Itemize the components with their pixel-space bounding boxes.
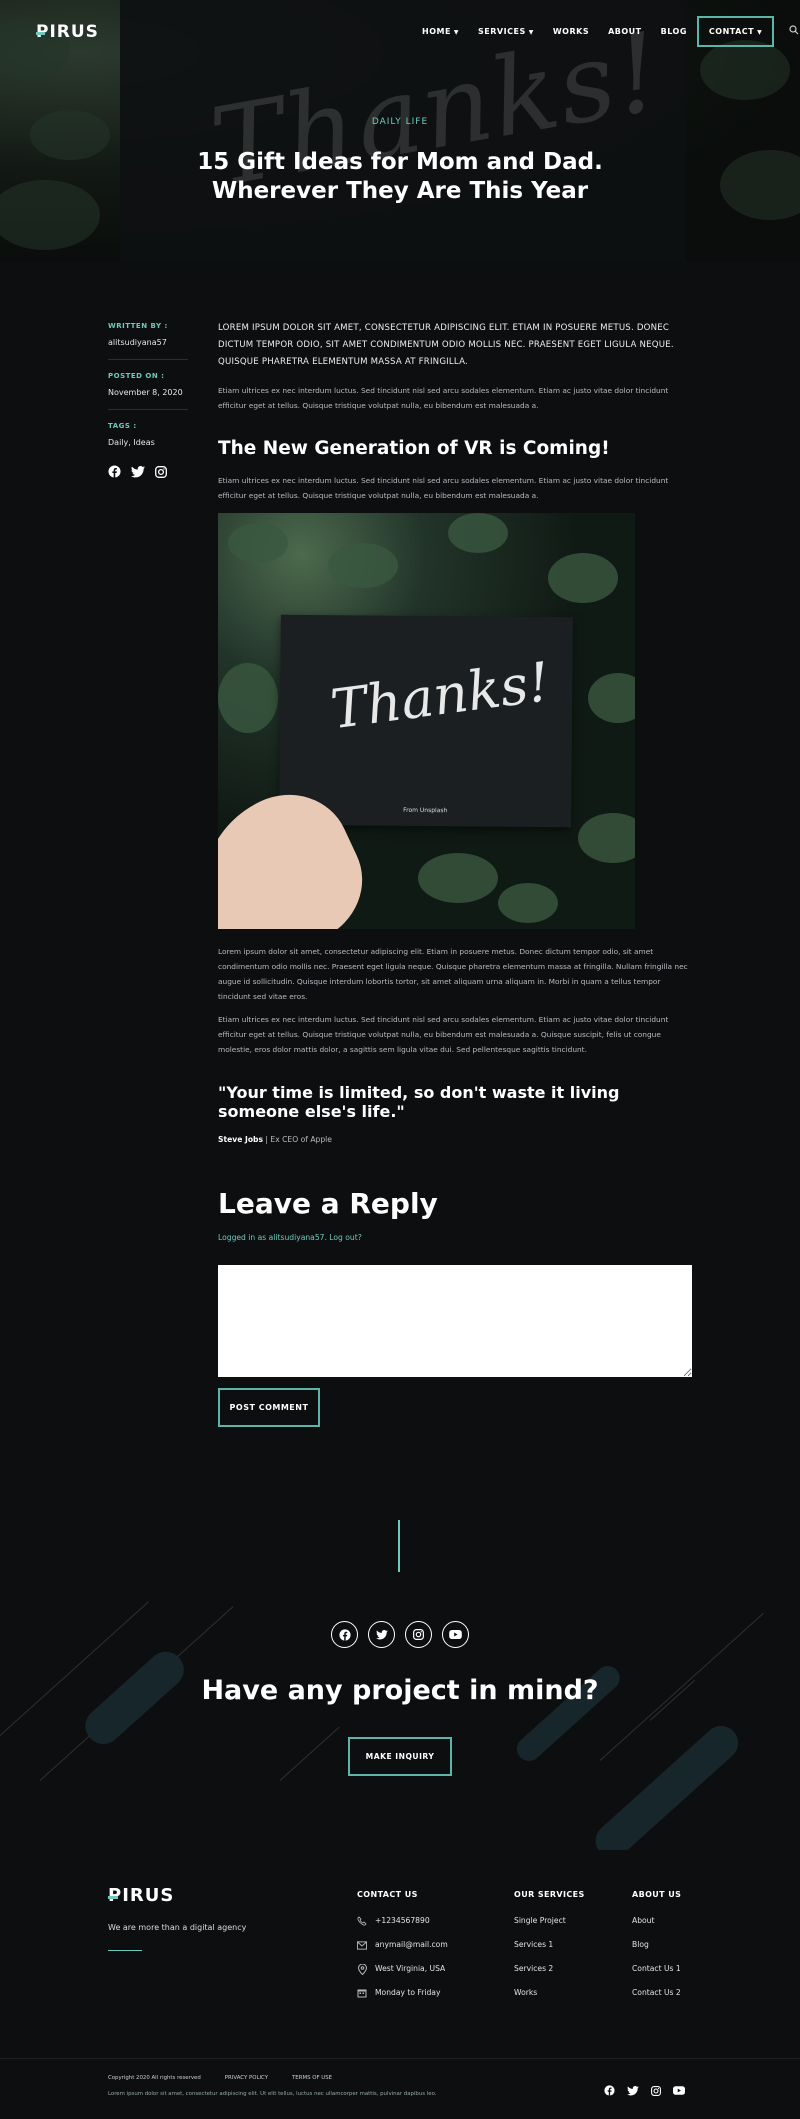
footer-link[interactable]: Services 1 [514, 1940, 585, 1964]
reply-heading: Leave a Reply [218, 1187, 438, 1220]
nav-item-works[interactable]: WORKS [553, 27, 589, 36]
post-tags[interactable]: Daily, Ideas [108, 438, 188, 447]
divider [108, 409, 188, 410]
quote-citation: Steve Jobs | Ex CEO of Apple [218, 1135, 692, 1144]
article-heading: The New Generation of VR is Coming! [218, 438, 610, 459]
nav-item-services[interactable]: SERVICES ▼ [478, 27, 534, 36]
nav-item-blog[interactable]: BLOG [661, 27, 687, 36]
contact-location[interactable]: West Virginia, USA [357, 1963, 448, 1988]
facebook-icon[interactable] [108, 465, 121, 478]
footer-note: Lorem ipsum dolor sit amet, consectetur … [108, 2091, 437, 2097]
instagram-icon[interactable] [155, 465, 167, 478]
footer-social-icons [604, 2085, 685, 2096]
phone-icon [357, 1916, 367, 1926]
nav-item-about[interactable]: ABOUT [608, 27, 642, 36]
footer-link[interactable]: Contact Us 2 [632, 1988, 681, 2012]
article-quote: "Your time is limited, so don't waste it… [218, 1083, 620, 1121]
contact-hours: Monday to Friday [357, 1988, 448, 2012]
twitter-icon[interactable] [368, 1621, 395, 1648]
footer-link[interactable]: Single Project [514, 1916, 585, 1940]
divider [0, 2058, 800, 2059]
logo-text: PIRUS [36, 22, 99, 42]
footer-heading: OUR SERVICES [514, 1890, 585, 1899]
page: Thanks! DAILY LIFE 15 Gift Ideas for Mom… [0, 0, 800, 2119]
nav-contact-button[interactable]: CONTACT ▼ [696, 15, 775, 47]
decor-slab [588, 1718, 746, 1850]
twitter-icon[interactable] [131, 465, 145, 478]
mail-icon [357, 1940, 367, 1950]
post-comment-button[interactable]: POST COMMENT [218, 1388, 320, 1427]
instagram-icon[interactable] [651, 2085, 661, 2096]
footer-tagline: We are more than a digital agency [108, 1923, 247, 1932]
chevron-down-icon: ▼ [528, 28, 534, 36]
contact-phone[interactable]: +1234567890 [357, 1916, 448, 1940]
footer-bottom-links: Copyright 2020 All rights reserved PRIVA… [108, 2075, 332, 2081]
footer-services: OUR SERVICES Single Project Services 1 S… [514, 1890, 585, 2012]
quote-role: | Ex CEO of Apple [265, 1135, 332, 1144]
footer-heading: CONTACT US [357, 1890, 418, 1899]
article-paragraph: Etiam ultrices ex nec interdum luctus. S… [218, 476, 669, 500]
share-icons [108, 465, 188, 478]
written-by-label: WRITTEN BY : [108, 322, 168, 330]
footer-link[interactable]: Contact Us 1 [632, 1964, 681, 1988]
twitter-icon[interactable] [627, 2085, 639, 2096]
cta-section: Have any project in mind? MAKE INQUIRY [0, 1520, 800, 1850]
facebook-icon[interactable] [604, 2085, 615, 2096]
post-date: November 8, 2020 [108, 388, 183, 397]
quote-author: Steve Jobs [218, 1135, 263, 1144]
youtube-icon[interactable] [673, 2085, 685, 2096]
youtube-icon[interactable] [442, 1621, 469, 1648]
make-inquiry-button[interactable]: MAKE INQUIRY [348, 1737, 452, 1776]
post-meta: WRITTEN BY : alitsudiyana57 POSTED ON : … [108, 322, 188, 478]
cta-social-icons [0, 1621, 800, 1648]
cta-heading: Have any project in mind? [201, 1675, 599, 1706]
footer-contact: CONTACT US +1234567890 anymail@mail.com … [357, 1890, 448, 2012]
privacy-policy-link[interactable]: PRIVACY POLICY [225, 2075, 268, 2081]
divider [108, 1950, 142, 1951]
card-script-text: Thanks! [327, 650, 554, 742]
chevron-down-icon: ▼ [453, 28, 460, 36]
nav-item-home[interactable]: HOME ▼ [422, 27, 459, 36]
footer-heading: ABOUT US [632, 1890, 682, 1899]
decor-line [279, 1726, 340, 1781]
logo-mark [36, 32, 45, 35]
logged-in-link[interactable]: Logged in as alitsudiyana57. Log out? [218, 1233, 692, 1242]
article-paragraph: Etiam ultrices ex nec interdum luctus. S… [218, 386, 669, 410]
thanks-card: Thanks! From Unsplash [279, 614, 573, 828]
instagram-icon[interactable] [405, 1621, 432, 1648]
chevron-down-icon: ▼ [757, 28, 763, 36]
terms-of-use-link[interactable]: TERMS OF USE [292, 2075, 332, 2081]
location-icon [357, 1963, 367, 1975]
main-nav: HOME ▼ SERVICES ▼ WORKS ABOUT BLOG CONTACT… [422, 15, 799, 47]
copyright-text: Copyright 2020 All rights reserved [108, 2075, 201, 2081]
logo-mark [108, 1896, 118, 1899]
post-title: 15 Gift Ideas for Mom and Dad. Wherever … [197, 149, 603, 204]
posted-on-label: POSTED ON : [108, 372, 165, 380]
comment-textarea[interactable] [218, 1265, 692, 1377]
post-category[interactable]: DAILY LIFE [0, 117, 800, 127]
author-link[interactable]: alitsudiyana57 [108, 338, 188, 347]
article-paragraph: Lorem ipsum dolor sit amet, consectetur … [218, 947, 688, 1001]
contact-email[interactable]: anymail@mail.com [357, 1940, 448, 1964]
footer-link[interactable]: Blog [632, 1940, 681, 1964]
divider [108, 359, 188, 360]
article-paragraph: Etiam ultrices ex nec interdum luctus. S… [218, 1015, 669, 1054]
search-icon[interactable] [789, 24, 799, 38]
calendar-icon [357, 1988, 367, 1998]
footer-about: ABOUT US About Blog Contact Us 1 Contact… [632, 1890, 681, 2012]
footer-link[interactable]: Works [514, 1988, 585, 2012]
logo[interactable]: PIRUS [36, 22, 99, 42]
facebook-icon[interactable] [331, 1621, 358, 1648]
article-lead: LOREM IPSUM DOLOR SIT AMET, CONSECTETUR … [218, 323, 674, 367]
footer-link[interactable]: Services 2 [514, 1964, 585, 1988]
divider [398, 1520, 400, 1572]
footer-link[interactable]: About [632, 1916, 681, 1940]
article-image: Thanks! From Unsplash [218, 513, 635, 929]
tags-label: TAGS : [108, 422, 137, 430]
